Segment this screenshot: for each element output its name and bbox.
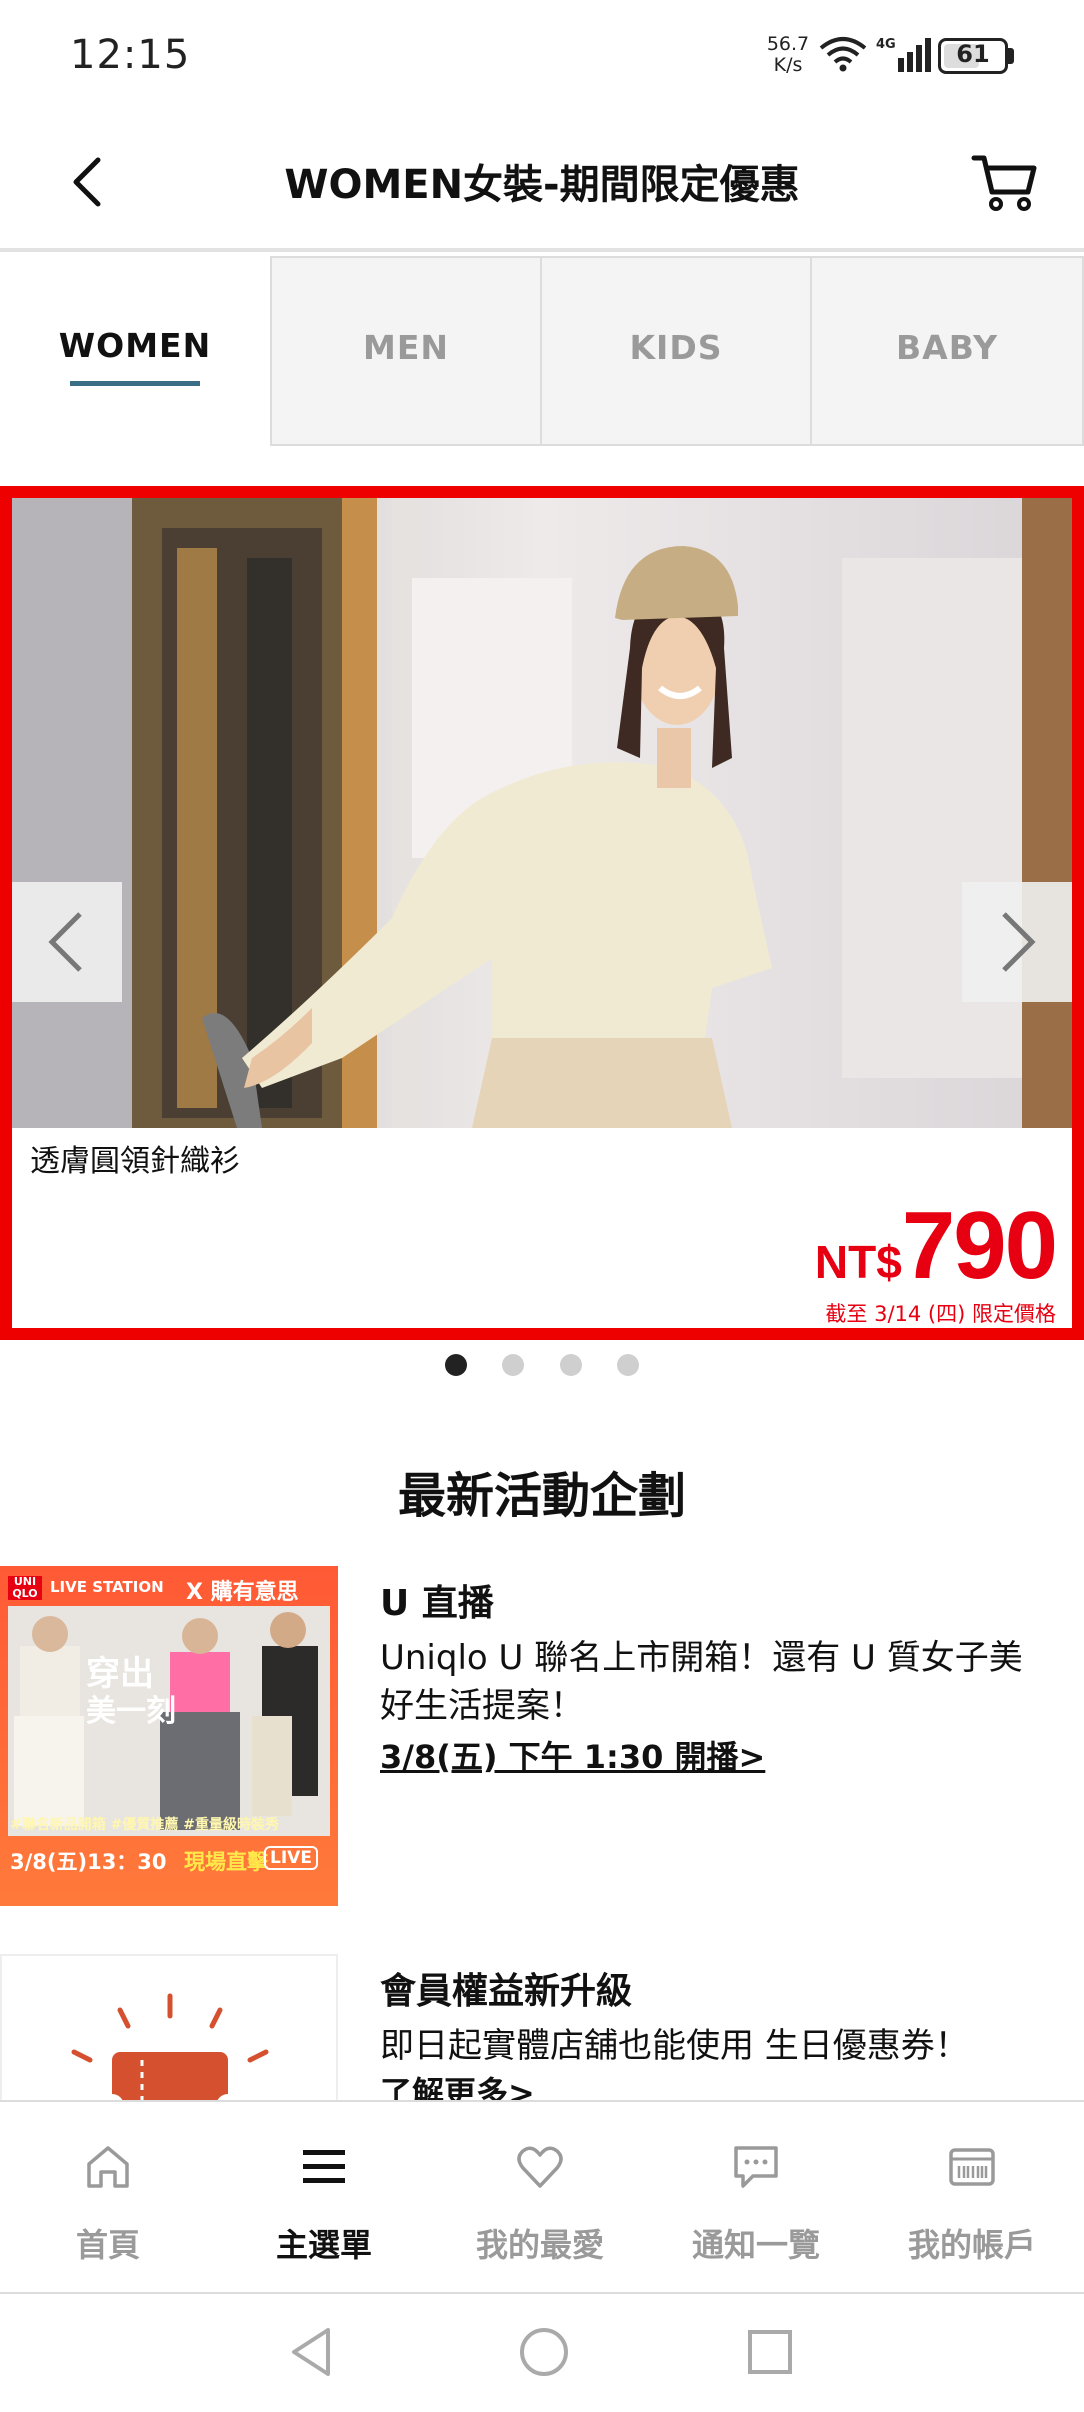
nav-item-account[interactable]: 我的帳戶 [864, 2102, 1080, 2294]
nav-item-main-menu[interactable]: 主選單 [216, 2102, 432, 2294]
product-carousel[interactable]: 透膚圓領針織衫 NT$790 截至 3/14 (四) 限定價格 [0, 486, 1084, 1340]
product-photo[interactable] [12, 498, 1072, 1128]
cart-button[interactable] [970, 150, 1040, 216]
page-title: WOMEN女裝-期間限定優惠 [284, 162, 800, 208]
network-speed: 56.7 K/s [766, 34, 810, 76]
home-icon [87, 2146, 129, 2188]
nav-item-home[interactable]: 首頁 [0, 2102, 216, 2294]
carousel-dot-4[interactable] [616, 1354, 639, 1376]
thumb-collab: X 購有意思 [186, 1580, 299, 1605]
thumb-cta: 現場直擊 [184, 1850, 268, 1874]
active-tab-indicator [70, 381, 200, 386]
carousel-next-button[interactable] [962, 882, 1072, 1002]
nav-label: 主選單 [275, 2226, 372, 2264]
nav-label: 我的帳戶 [907, 2226, 1036, 2264]
network-speed-unit: K/s [773, 54, 803, 76]
thumb-tags: #聯名新品開箱 #優質推薦 #重量級時裝秀 [10, 1817, 279, 1833]
tab-baby[interactable]: BABY [812, 256, 1084, 446]
wifi-icon [819, 37, 867, 72]
promo-heading: U 直播 [380, 1583, 494, 1624]
nav-label: 通知一覽 [691, 2226, 820, 2264]
tab-label: MEN [363, 328, 449, 367]
promo-item[interactable]: 會員權益新升級 即日起實體店舖也能使用 生日優惠券！ 了解更多> [0, 1954, 1084, 2154]
back-triangle-icon[interactable] [286, 2324, 336, 2380]
carousel-dot-1[interactable] [445, 1354, 468, 1376]
tab-men[interactable]: MEN [270, 256, 542, 446]
nav-label: 我的最愛 [475, 2226, 604, 2264]
carousel-pagination [0, 1354, 1084, 1378]
product-name: 透膚圓領針織衫 [30, 1144, 240, 1179]
recents-square-icon[interactable] [744, 2324, 794, 2380]
bottom-nav: 首頁 主選單 我的最愛 通知一覽 我的帳戶 [0, 2100, 1084, 2294]
back-button[interactable] [60, 146, 120, 218]
tab-label: KIDS [629, 328, 723, 367]
price-note: 截至 3/14 (四) 限定價格 [825, 1302, 1056, 1326]
tab-kids[interactable]: KIDS [542, 256, 812, 446]
battery-percent: 61 [956, 40, 990, 68]
promo-item[interactable]: UNI QLO LIVE STATION X 購有意思 穿出 美一刻 #聯名新品… [0, 1566, 1084, 1906]
section-title: 最新活動企劃 [397, 1468, 686, 1524]
chat-icon [734, 2146, 778, 2188]
price-currency: NT$ [814, 1236, 902, 1288]
promo-thumbnail[interactable]: UNI QLO LIVE STATION X 購有意思 穿出 美一刻 #聯名新品… [0, 1566, 338, 1906]
tab-label: BABY [896, 328, 998, 367]
svg-text:4G: 4G [876, 37, 896, 52]
carousel-prev-button[interactable] [12, 882, 122, 1002]
status-time: 12:15 [70, 32, 191, 78]
tab-label: WOMEN [58, 326, 212, 365]
nav-item-favorites[interactable]: 我的最愛 [432, 2102, 648, 2294]
promo-text: 即日起實體店舖也能使用 生日優惠券！ [380, 2026, 969, 2066]
thumb-station: LIVE STATION [50, 1578, 164, 1596]
thumb-live-badge: LIVE [264, 1846, 318, 1870]
carousel-dot-3[interactable] [559, 1354, 582, 1376]
thumb-brand: UNI QLO [8, 1576, 42, 1600]
system-nav-bar [0, 2294, 1084, 2412]
battery-icon: 61 [938, 38, 1008, 74]
thumb-headline-2: 美一刻 [86, 1694, 176, 1729]
nav-label: 首頁 [75, 2226, 140, 2264]
carousel-dot-2[interactable] [502, 1354, 525, 1376]
promo-heading: 會員權益新升級 [380, 1971, 633, 2012]
nav-item-notifications[interactable]: 通知一覽 [648, 2102, 864, 2294]
menu-icon [303, 2150, 345, 2183]
battery-tip [1008, 48, 1014, 64]
chevron-right-icon [1002, 912, 1036, 972]
category-tabs: WOMEN MEN KIDS BABY [0, 256, 1084, 446]
home-circle-icon[interactable] [516, 2324, 572, 2380]
product-price: NT$790 [814, 1198, 1058, 1294]
app-header: WOMEN女裝-期間限定優惠 [0, 112, 1084, 252]
signal-4g-icon: 4G [876, 37, 931, 72]
price-amount: 790 [901, 1192, 1058, 1299]
app-screen: 12:15 56.7 K/s 4G 61 WOMEN女裝-期間限定優惠 WOME… [0, 0, 1084, 2412]
network-speed-value: 56.7 [766, 33, 810, 55]
promo-link[interactable]: 3/8(五) 下午 1:30 開播> [380, 1732, 765, 1778]
heart-icon [517, 2146, 563, 2188]
member-card-icon [949, 2148, 995, 2186]
tab-women[interactable]: WOMEN [0, 256, 270, 446]
chevron-left-icon [48, 912, 82, 972]
status-bar: 12:15 56.7 K/s 4G 61 [0, 0, 1084, 112]
promo-text: Uniqlo U 聯名上市開箱！還有 U 質女子美好生活提案！ [380, 1638, 1023, 1726]
thumb-date: 3/8(五)13：30 [10, 1850, 167, 1874]
